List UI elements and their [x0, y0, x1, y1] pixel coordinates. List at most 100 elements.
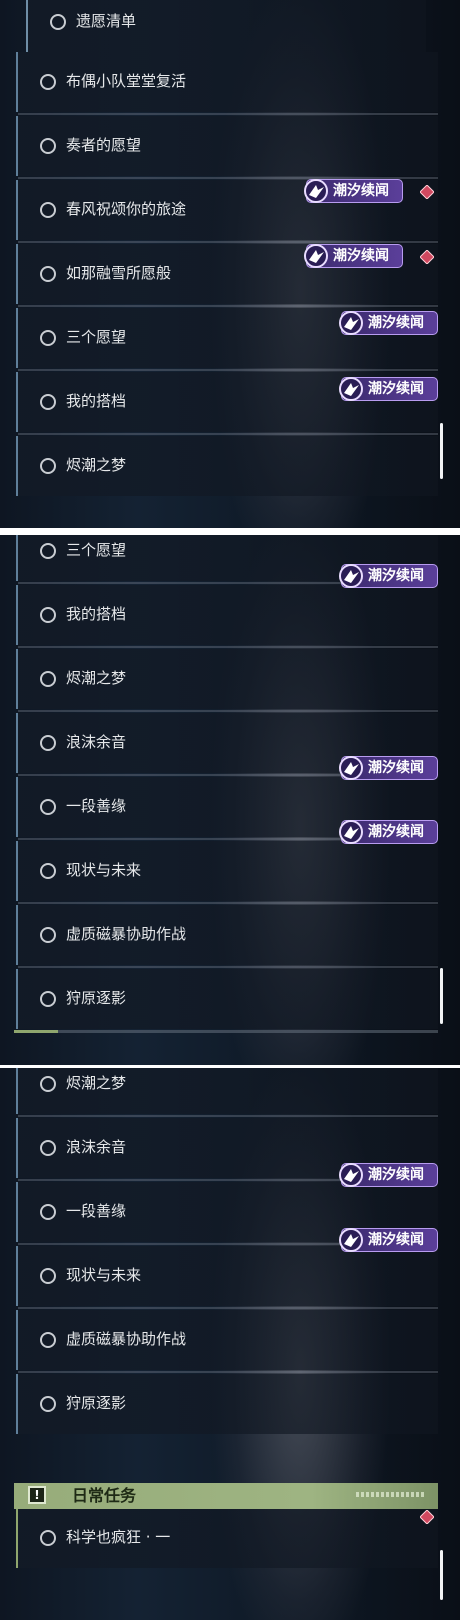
- quest-status-circle-icon: [40, 458, 56, 474]
- quest-title: 奏者的愿望: [66, 136, 142, 154]
- quest-status-circle-icon: [40, 1530, 56, 1546]
- badge-label: 潮汐续闻: [333, 248, 389, 264]
- quest-status-circle-icon: [40, 1268, 56, 1284]
- quest-title: 烬潮之梦: [66, 456, 127, 474]
- badge-label: 潮汐续闻: [368, 1232, 424, 1248]
- header-fine-print-decoration: [356, 1492, 426, 1497]
- row-divider: [18, 241, 438, 243]
- scrollbar-thumb[interactable]: [440, 1550, 443, 1600]
- tidal-news-badge: 潮汐续闻: [304, 179, 403, 203]
- quest-title: 三个愿望: [66, 541, 127, 559]
- quest-title: 春风祝颂你的旅途: [66, 200, 187, 218]
- badge-label: 潮汐续闻: [368, 760, 424, 776]
- tidal-star-icon: [339, 1228, 363, 1252]
- quest-title: 烬潮之梦: [66, 1074, 127, 1092]
- quest-title: 三个愿望: [66, 328, 127, 346]
- quest-list-panel-3: 烬潮之梦 浪沫余音 一段善缘 现状与未来 虚质磁暴协助作战 狩原逐影 潮汐续闻 …: [0, 1068, 460, 1620]
- quest-title: 一段善缘: [66, 797, 127, 815]
- quest-title: 狩原逐影: [66, 1394, 127, 1412]
- quest-status-circle-icon: [40, 671, 56, 687]
- quest-status-circle-icon: [40, 543, 56, 559]
- quest-status-circle-icon: [40, 799, 56, 815]
- quest-title: 科学也疯狂 · 一: [66, 1528, 171, 1546]
- tidal-news-badge: 潮汐续闻: [339, 311, 438, 335]
- quest-title: 我的搭档: [66, 605, 127, 623]
- quest-title: 浪沫余音: [66, 733, 127, 751]
- quest-row[interactable]: 奏者的愿望: [16, 113, 438, 176]
- quest-list-panel-1: 遗愿清单 布偶小队堂堂复活 奏者的愿望 春风祝颂你的旅途 如那融雪所愿般 三个愿…: [0, 0, 460, 528]
- quest-status-circle-icon: [40, 74, 56, 90]
- tidal-news-badge: 潮汐续闻: [339, 1228, 438, 1252]
- quest-status-circle-icon: [40, 927, 56, 943]
- quest-title: 虚质磁暴协助作战: [66, 1330, 187, 1348]
- row-divider: [18, 966, 438, 968]
- quest-row[interactable]: 烬潮之梦: [16, 433, 438, 496]
- quest-title: 狩原逐影: [66, 989, 127, 1007]
- row-divider: [18, 113, 438, 115]
- quest-status-circle-icon: [40, 330, 56, 346]
- quest-status-circle-icon: [40, 1396, 56, 1412]
- quest-title: 一段善缘: [66, 1202, 127, 1220]
- tidal-star-icon: [304, 244, 328, 268]
- quest-row[interactable]: 狩原逐影: [16, 966, 438, 1029]
- scrollbar-thumb[interactable]: [440, 968, 443, 1024]
- quest-row[interactable]: 烬潮之梦: [16, 1068, 438, 1114]
- quest-status-circle-icon: [40, 266, 56, 282]
- tidal-star-icon: [339, 1163, 363, 1187]
- tidal-star-icon: [339, 311, 363, 335]
- quest-title: 现状与未来: [66, 1266, 142, 1284]
- tidal-news-badge: 潮汐续闻: [339, 564, 438, 588]
- quest-row[interactable]: 狩原逐影: [16, 1371, 438, 1434]
- row-divider: [18, 902, 438, 904]
- quest-title: 我的搭档: [66, 392, 127, 410]
- quest-row[interactable]: 遗愿清单: [26, 0, 426, 52]
- section-title: 日常任务: [72, 1486, 137, 1505]
- quest-row[interactable]: 现状与未来: [16, 838, 438, 901]
- row-divider: [18, 1115, 438, 1117]
- quest-row[interactable]: 布偶小队堂堂复活: [16, 52, 438, 112]
- screenshot-divider: [0, 528, 460, 535]
- badge-label: 潮汐续闻: [333, 183, 389, 199]
- quest-status-circle-icon: [40, 138, 56, 154]
- badge-label: 潮汐续闻: [368, 1167, 424, 1183]
- tracked-diamond-icon: [420, 185, 434, 199]
- row-divider: [18, 646, 438, 648]
- quest-status-circle-icon: [40, 394, 56, 410]
- tidal-news-badge: 潮汐续闻: [304, 244, 403, 268]
- quest-status-circle-icon: [40, 991, 56, 1007]
- quest-status-circle-icon: [40, 863, 56, 879]
- tidal-star-icon: [339, 820, 363, 844]
- exclamation-icon: !: [28, 1486, 46, 1504]
- tracked-diamond-icon: [420, 250, 434, 264]
- quest-status-circle-icon: [40, 735, 56, 751]
- tidal-star-icon: [339, 377, 363, 401]
- badge-label: 潮汐续闻: [368, 568, 424, 584]
- tracked-diamond-icon: [420, 1510, 434, 1524]
- tidal-star-icon: [339, 756, 363, 780]
- tidal-news-badge: 潮汐续闻: [339, 756, 438, 780]
- badge-label: 潮汐续闻: [368, 381, 424, 397]
- row-divider: [18, 1371, 438, 1373]
- quest-row[interactable]: 科学也疯狂 · 一: [16, 1508, 438, 1568]
- quest-title: 现状与未来: [66, 861, 142, 879]
- row-divider: [18, 710, 438, 712]
- quest-title: 虚质磁暴协助作战: [66, 925, 187, 943]
- quest-status-circle-icon: [40, 1332, 56, 1348]
- quest-status-circle-icon: [50, 14, 66, 30]
- quest-row[interactable]: 现状与未来: [16, 1243, 438, 1306]
- scrollbar-thumb[interactable]: [440, 423, 443, 479]
- tidal-news-badge: 潮汐续闻: [339, 820, 438, 844]
- tidal-star-icon: [304, 179, 328, 203]
- quest-status-circle-icon: [40, 202, 56, 218]
- quest-status-circle-icon: [40, 1204, 56, 1220]
- row-divider: [18, 305, 438, 307]
- daily-tasks-header[interactable]: ! 日常任务: [14, 1483, 438, 1509]
- row-divider: [18, 369, 438, 371]
- quest-row[interactable]: 烬潮之梦: [16, 646, 438, 709]
- quest-row[interactable]: 虚质磁暴协助作战: [16, 902, 438, 965]
- quest-row[interactable]: 虚质磁暴协助作战: [16, 1307, 438, 1370]
- tidal-star-icon: [339, 564, 363, 588]
- tidal-news-badge: 潮汐续闻: [339, 377, 438, 401]
- quest-row[interactable]: 我的搭档: [16, 582, 438, 645]
- quest-title: 遗愿清单: [76, 12, 137, 30]
